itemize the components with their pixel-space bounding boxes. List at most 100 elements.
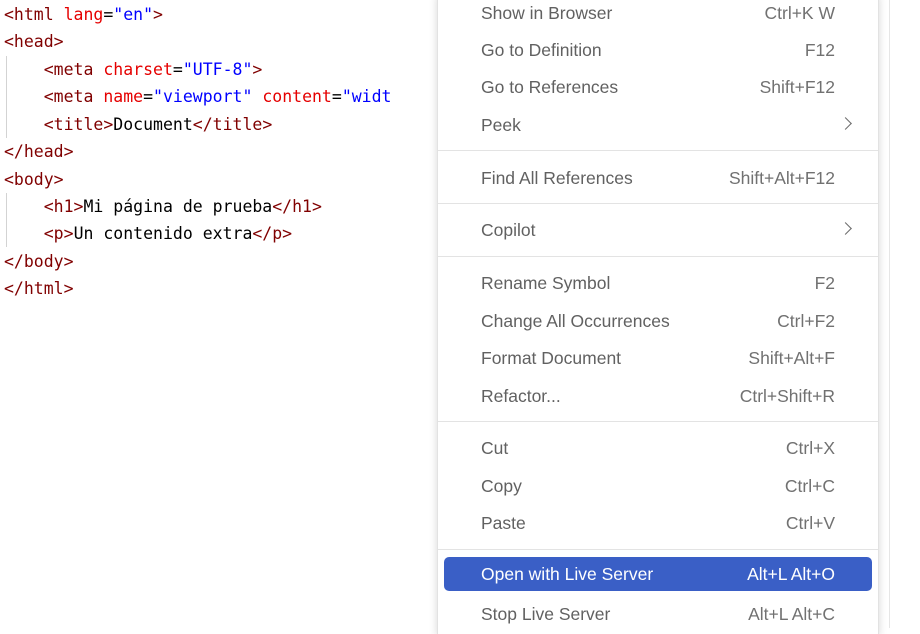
code-token-text: = bbox=[143, 87, 154, 106]
menu-item-label: Refactor... bbox=[481, 386, 561, 406]
menu-item-label: Rename Symbol bbox=[481, 273, 611, 293]
code-token-tag: <meta bbox=[43, 60, 104, 79]
menu-item-label: Stop Live Server bbox=[481, 604, 611, 624]
menu-item-format-document[interactable]: Format Document Shift+Alt+F bbox=[444, 341, 872, 375]
code-token-tag: <body> bbox=[4, 170, 64, 189]
code-token-text: Un contenido extra bbox=[73, 224, 253, 243]
code-token-tag: <head> bbox=[4, 32, 64, 51]
menu-item-label: Peek bbox=[481, 115, 521, 135]
menu-item-label: Show in Browser bbox=[481, 3, 613, 23]
code-token-text: Document bbox=[113, 115, 193, 134]
code-token-text: = bbox=[331, 87, 342, 106]
code-token-tag: <h1> bbox=[43, 197, 84, 216]
menu-separator bbox=[438, 203, 878, 204]
code-line-8[interactable]: <h1>Mi página de prueba</h1> bbox=[4, 194, 322, 220]
code-token-attribute: content bbox=[262, 87, 332, 106]
code-line-7[interactable]: <body> bbox=[4, 167, 64, 193]
code-line-1[interactable]: <html lang="en"> bbox=[4, 2, 163, 28]
code-token-tag: <html bbox=[4, 5, 64, 24]
code-token-text: = bbox=[103, 5, 114, 24]
code-line-3[interactable]: <meta charset="UTF-8"> bbox=[4, 57, 263, 83]
menu-item-paste[interactable]: Paste Ctrl+V bbox=[444, 506, 872, 540]
code-line-2[interactable]: <head> bbox=[4, 29, 64, 55]
menu-item-cut[interactable]: Cut Ctrl+X bbox=[444, 431, 872, 465]
menu-item-go-to-definition[interactable]: Go to Definition F12 bbox=[444, 33, 872, 67]
code-token-tag: <p> bbox=[43, 224, 74, 243]
menu-item-label: Copilot bbox=[481, 220, 536, 240]
menu-item-shortcut: Ctrl+F2 bbox=[777, 311, 835, 331]
code-token-tag: > bbox=[153, 5, 163, 24]
menu-item-label: Cut bbox=[481, 438, 509, 458]
menu-item-label: Go to References bbox=[481, 77, 619, 97]
code-token-attribute: name bbox=[103, 87, 144, 106]
menu-item-label: Open with Live Server bbox=[481, 564, 654, 584]
code-line-9[interactable]: <p>Un contenido extra</p> bbox=[4, 221, 292, 247]
menu-item-rename-symbol[interactable]: Rename Symbol F2 bbox=[444, 266, 872, 300]
menu-item-label: Go to Definition bbox=[481, 40, 602, 60]
menu-item-copy[interactable]: Copy Ctrl+C bbox=[444, 469, 872, 503]
menu-item-go-to-references[interactable]: Go to References Shift+F12 bbox=[444, 70, 872, 104]
menu-item-shortcut: Shift+Alt+F bbox=[748, 348, 835, 368]
code-token-value: "en" bbox=[113, 5, 154, 24]
code-token-tag: </body> bbox=[4, 252, 74, 271]
menu-separator bbox=[438, 256, 878, 257]
menu-item-shortcut: Alt+L Alt+C bbox=[748, 604, 835, 624]
code-token-tag: </title> bbox=[192, 115, 273, 134]
chevron-right-icon bbox=[839, 222, 852, 235]
code-token-tag: > bbox=[252, 60, 263, 79]
menu-item-shortcut: Ctrl+X bbox=[785, 438, 835, 458]
menu-item-label: Change All Occurrences bbox=[481, 311, 670, 331]
code-token-attribute: lang bbox=[63, 5, 104, 24]
menu-item-label: Format Document bbox=[481, 348, 622, 368]
menu-item-shortcut: Ctrl+Shift+R bbox=[739, 386, 835, 406]
code-token-tag: </h1> bbox=[272, 197, 322, 216]
chevron-right-icon bbox=[839, 117, 852, 130]
menu-item-peek[interactable]: Peek bbox=[444, 108, 872, 142]
menu-item-shortcut: Shift+Alt+F12 bbox=[728, 168, 835, 188]
menu-item-shortcut: Ctrl+K W bbox=[764, 3, 836, 23]
menu-item-shortcut: F2 bbox=[814, 273, 835, 293]
menu-item-shortcut: Ctrl+C bbox=[784, 476, 835, 496]
menu-item-copilot[interactable]: Copilot bbox=[444, 213, 872, 247]
code-token-tag: </p> bbox=[252, 224, 293, 243]
menu-item-show-in-browser[interactable]: Show in Browser Ctrl+K W bbox=[444, 0, 872, 30]
context-menu: Show in Browser Ctrl+K W Go to Definitio… bbox=[437, 0, 879, 634]
code-token-text: = bbox=[172, 60, 183, 79]
code-token-text: Mi página de prueba bbox=[83, 197, 273, 216]
code-token-value: "viewport" bbox=[153, 87, 253, 106]
menu-item-label: Copy bbox=[481, 476, 522, 496]
code-token-value: "UTF-8" bbox=[182, 60, 253, 79]
code-token-attribute: charset bbox=[103, 60, 173, 79]
code-token-tag: <meta bbox=[43, 87, 104, 106]
code-line-11[interactable]: </html> bbox=[4, 276, 74, 302]
menu-item-shortcut: Shift+F12 bbox=[759, 77, 835, 97]
code-line-10[interactable]: </body> bbox=[4, 249, 74, 275]
code-line-4[interactable]: <meta name="viewport" content="widt bbox=[4, 84, 392, 110]
menu-item-find-all-references[interactable]: Find All References Shift+Alt+F12 bbox=[444, 161, 872, 195]
code-token-tag: </head> bbox=[4, 142, 74, 161]
menu-separator bbox=[438, 421, 878, 422]
menu-item-shortcut: F12 bbox=[804, 40, 835, 60]
code-line-5[interactable]: <title>Document</title> bbox=[4, 112, 273, 138]
menu-item-refactor[interactable]: Refactor... Ctrl+Shift+R bbox=[444, 379, 872, 413]
code-token-value: "widt bbox=[341, 87, 392, 106]
menu-item-stop-live-server[interactable]: Stop Live Server Alt+L Alt+C bbox=[444, 597, 872, 631]
menu-item-shortcut: Ctrl+V bbox=[785, 513, 835, 533]
menu-item-open-with-live-server[interactable]: Open with Live Server Alt+L Alt+O bbox=[444, 557, 872, 591]
code-token-tag: <title> bbox=[43, 115, 114, 134]
editor-scroll-edge bbox=[889, 0, 890, 628]
menu-separator bbox=[438, 150, 878, 151]
menu-item-change-all-occurrences[interactable]: Change All Occurrences Ctrl+F2 bbox=[444, 304, 872, 338]
menu-separator bbox=[438, 549, 878, 550]
menu-item-label: Paste bbox=[481, 513, 526, 533]
menu-item-label: Find All References bbox=[481, 168, 633, 188]
menu-item-shortcut: Alt+L Alt+O bbox=[747, 564, 835, 584]
code-token-tag: </html> bbox=[4, 279, 74, 298]
code-line-6[interactable]: </head> bbox=[4, 139, 74, 165]
